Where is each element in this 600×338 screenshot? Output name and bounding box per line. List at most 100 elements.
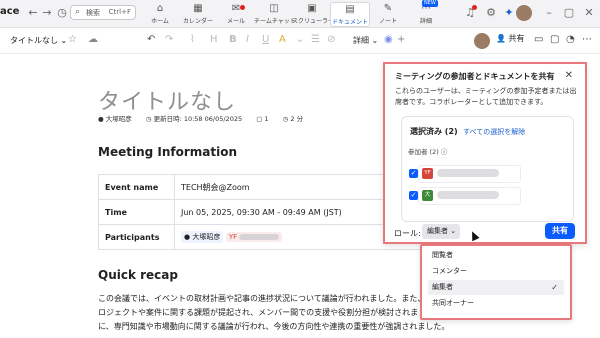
note-icon: ✎ <box>383 3 393 14</box>
search-input[interactable]: ⌕ 検索 Ctrl+F <box>70 5 136 20</box>
close-icon[interactable]: ✕ <box>565 70 573 81</box>
more-options-icon[interactable]: ⋯ <box>582 34 592 46</box>
app-brand: ace <box>0 6 20 17</box>
ai-companion-icon[interactable]: ✦ <box>502 6 516 20</box>
app-top-bar: ace ← → ◷ ⌕ 検索 Ctrl+F ⌂ ホーム ▦ カレンダー ✉ メー… <box>0 0 600 28</box>
participant-row[interactable]: ✓ 大 <box>409 187 521 205</box>
link-icon[interactable]: ⊘ <box>327 34 335 46</box>
notification-dot <box>472 5 477 10</box>
role-option-co-owner[interactable]: 共同オーナー <box>428 296 564 311</box>
meeting-info-table: Event name TECH朝会@Zoom Time Jun 05, 2025… <box>98 174 428 250</box>
nav-tab-home[interactable]: ⌂ ホーム <box>140 2 180 27</box>
ai-icon[interactable]: ◉ <box>384 34 393 46</box>
collaborator-avatar[interactable] <box>474 33 490 49</box>
nav-tab-mail[interactable]: ✉ メール <box>216 2 256 27</box>
new-badge: NEW <box>422 0 438 7</box>
participants-count-label: 参加者 (2) ⓘ <box>408 148 448 156</box>
nav-label: ノート <box>378 18 397 25</box>
checkbox-checked[interactable]: ✓ <box>409 169 418 178</box>
nav-tab-documents[interactable]: ▤ ドキュメント <box>330 2 370 27</box>
nav-label: 詳細 <box>419 18 432 25</box>
nav-tab-more[interactable]: NEW ⋯ 詳細 <box>406 0 446 27</box>
dialog-title: ミーティングの参加者とドキュメントを共有 <box>395 72 555 81</box>
comment-icon[interactable]: ▢ <box>550 34 559 46</box>
nav-tab-scheduler[interactable]: ▣ スクリューラー <box>292 2 335 27</box>
close-window-icon[interactable]: ✕ <box>582 6 596 20</box>
participant-name-redacted <box>437 169 499 177</box>
document-meta: ● 大塚昭彦 ◷ 更新日時: 10:58 06/05/2025 ▢ 1 ◷ 2 … <box>98 113 315 123</box>
toolbar-share-button[interactable]: 👤 共有 <box>496 33 528 49</box>
nav-label: ドキュメント <box>331 19 368 26</box>
participant-chip[interactable]: YF <box>225 232 283 242</box>
settings-icon[interactable]: ⚙ <box>484 6 498 20</box>
italic-icon[interactable]: I <box>246 34 249 46</box>
role-options-menu: 閲覧者 コメンター 編集者 ✓ 共同オーナー <box>420 244 572 320</box>
document-title[interactable]: タイトルなし <box>98 84 236 116</box>
clear-selection-link[interactable]: すべての選択を解除 <box>463 127 525 137</box>
checkmark-icon: ✓ <box>551 283 558 292</box>
add-icon[interactable]: + <box>397 34 405 46</box>
table-key: Time <box>98 199 175 225</box>
table-key: Participants <box>98 224 175 250</box>
forward-arrow-icon[interactable]: → <box>40 6 54 20</box>
role-option-commenter[interactable]: コメンター <box>428 264 564 279</box>
updated-time: ◷ 更新日時: 10:58 06/05/2025 <box>145 115 243 123</box>
participant-name-redacted <box>437 191 499 199</box>
quick-recap-heading: Quick recap <box>98 268 178 282</box>
back-arrow-icon[interactable]: ← <box>26 6 40 20</box>
nav-label: ホーム <box>151 18 169 25</box>
minimize-icon[interactable]: – <box>542 6 556 20</box>
scheduler-icon: ▣ <box>307 3 317 14</box>
star-icon[interactable]: ☆ <box>68 34 77 46</box>
search-shortcut: Ctrl+F <box>108 8 131 16</box>
table-row: Participants ● 大塚昭彦 YF <box>98 224 428 250</box>
user-avatar[interactable] <box>516 5 532 21</box>
role-option-viewer[interactable]: 閲覧者 <box>428 248 564 263</box>
redo-icon[interactable]: ↷ <box>165 34 173 46</box>
highlight-icon[interactable]: ⌄ <box>296 34 304 46</box>
table-key: Event name <box>98 174 175 200</box>
document-toolbar: タイトルなし ⌄ ☆ ☁ ↶ ↷ ⌇ H B I U A ⌄ ☰ ⊘ 詳細 ⌄ … <box>0 28 600 54</box>
checkbox-checked[interactable]: ✓ <box>409 191 418 200</box>
selection-box: 選択済み (2) すべての選択を解除 参加者 (2) ⓘ ✓ YF ✓ 大 <box>401 116 574 222</box>
history-icon[interactable]: ◷ <box>55 6 69 20</box>
underline-icon[interactable]: U <box>262 34 269 46</box>
meeting-info-heading: Meeting Information <box>98 145 238 159</box>
table-row: Time Jun 05, 2025, 09:30 AM - 09:49 AM (… <box>98 199 428 225</box>
role-dropdown[interactable]: 編集者 ⌄ <box>422 224 460 239</box>
undo-icon[interactable]: ↶ <box>147 34 155 46</box>
bold-icon[interactable]: B <box>229 34 237 46</box>
heading-icon[interactable]: H <box>210 34 218 46</box>
nav-label: スクリューラー <box>292 18 335 25</box>
nav-label: メール <box>226 18 245 25</box>
role-label: ロール: <box>394 229 421 238</box>
search-icon: ⌕ <box>75 7 81 17</box>
format-paint-icon[interactable]: ⌇ <box>190 34 195 46</box>
document-icon: ▤ <box>345 4 355 15</box>
share-button[interactable]: 共有 <box>545 223 575 239</box>
maximize-icon[interactable]: ▢ <box>562 6 576 20</box>
role-option-editor[interactable]: 編集者 ✓ <box>428 280 564 295</box>
nav-tab-notes[interactable]: ✎ ノート <box>368 2 408 27</box>
nav-tab-chat[interactable]: ◫ チームチャット <box>254 2 296 27</box>
doc-title-menu[interactable]: タイトルなし ⌄ <box>10 35 67 46</box>
dialog-description: これらのユーザーは、ミーティングの参加予定者または出席者です。コラボレーターとし… <box>395 87 577 106</box>
read-time: ◷ 2 分 <box>282 115 304 123</box>
mail-unread-dot <box>240 5 245 10</box>
author: ● 大塚昭彦 <box>98 115 132 123</box>
participant-row[interactable]: ✓ YF <box>409 165 521 183</box>
participant-chip[interactable]: ● 大塚昭彦 <box>181 231 224 243</box>
selected-count: 選択済み (2) <box>410 127 458 136</box>
detail-menu[interactable]: 詳細 ⌄ <box>353 35 378 46</box>
nav-label: カレンダー <box>182 18 213 25</box>
list-icon[interactable]: ☰ <box>311 34 320 46</box>
table-row: Event name TECH朝会@Zoom <box>98 174 428 200</box>
video-icon[interactable]: ▭ <box>534 34 543 46</box>
text-color-icon[interactable]: A <box>279 34 286 46</box>
nav-label: チームチャット <box>254 18 296 25</box>
cloud-icon[interactable]: ☁ <box>88 34 98 46</box>
history-icon[interactable]: ◔ <box>566 34 575 46</box>
calendar-icon: ▦ <box>193 3 203 14</box>
recap-line: に、専門知識や市場動向に関する議論が行われ、今後の方向性や連携の重要性が強調され… <box>98 322 450 331</box>
nav-tab-calendar[interactable]: ▦ カレンダー <box>178 2 218 27</box>
